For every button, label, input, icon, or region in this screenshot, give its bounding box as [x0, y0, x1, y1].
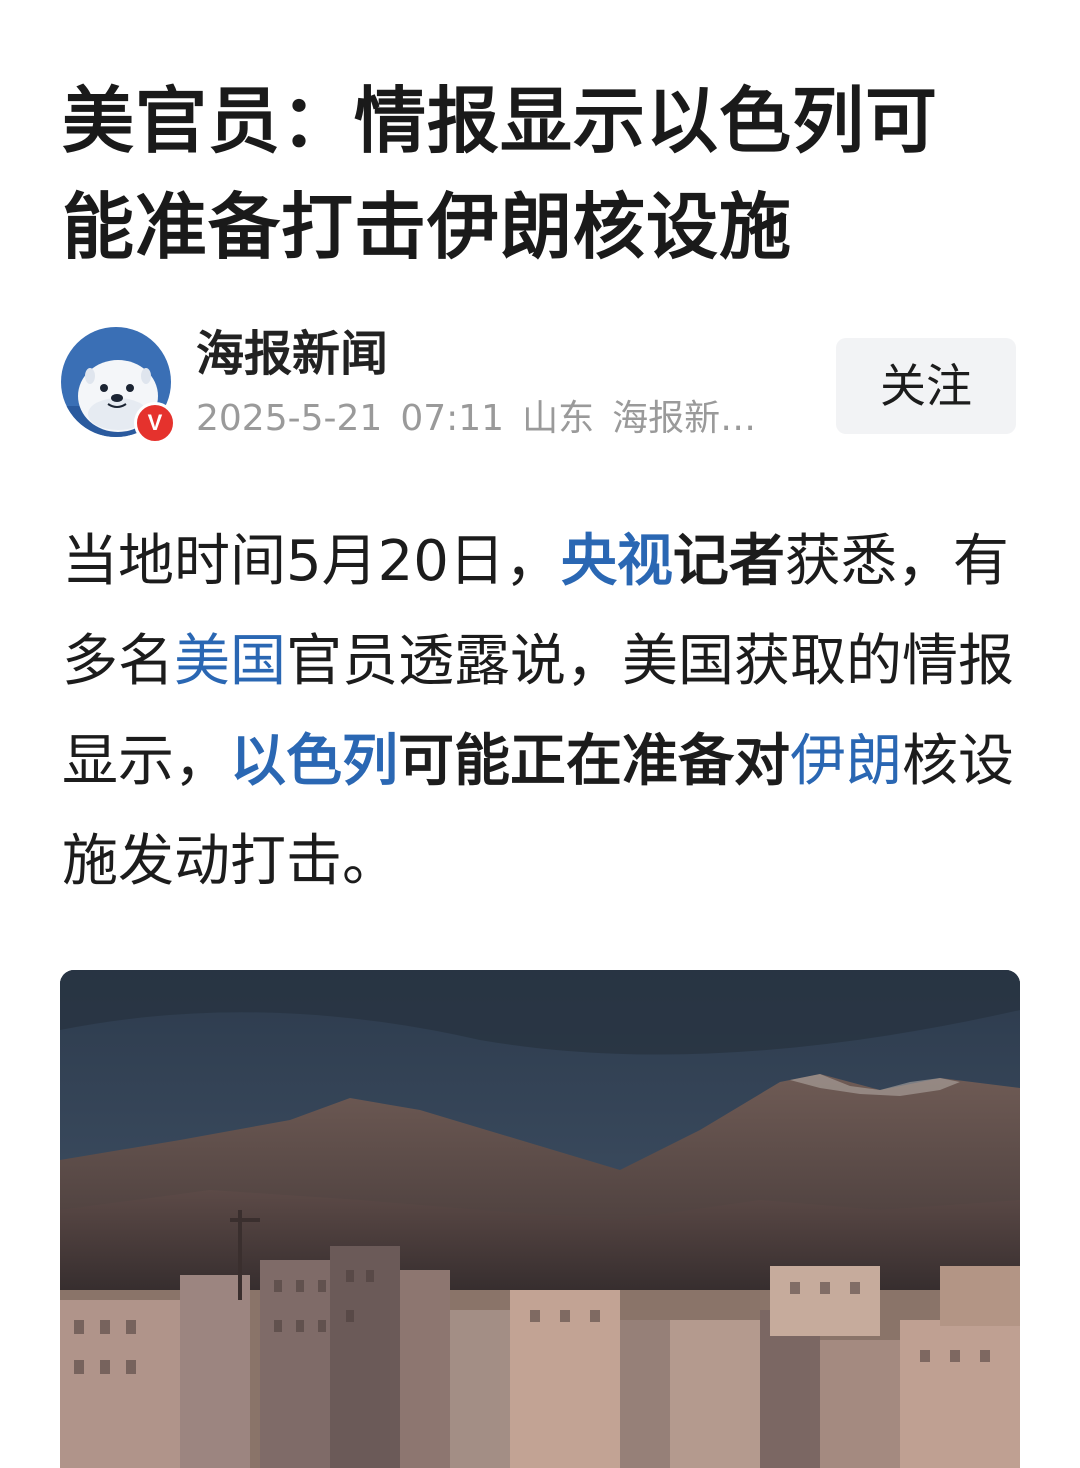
body-text-2: 记者	[672, 529, 785, 594]
follow-button[interactable]: 关注	[836, 338, 1016, 434]
article-body: 当地时间5月20日，央视记者获悉，有多名美国官员透露说，美国获取的情报显示，以色…	[62, 512, 1022, 912]
author-avatar[interactable]: V	[60, 326, 176, 444]
link-cctv[interactable]: 央视	[561, 529, 673, 594]
link-iran[interactable]: 伊朗	[790, 729, 902, 794]
link-israel[interactable]: 以色列	[230, 729, 398, 794]
publish-time: 07:11	[400, 398, 505, 439]
body-text-5: 可能正在准备对	[398, 729, 790, 794]
author-row: V 海报新闻 2025-5-21 07:11 山东 海报新… 关注	[60, 324, 1020, 444]
article-meta: 2025-5-21 07:11 山东 海报新…	[196, 396, 796, 442]
publish-source: 海报新…	[612, 398, 757, 439]
publish-date: 2025-5-21	[196, 398, 383, 439]
publish-location: 山东	[522, 398, 595, 439]
article-page: 美官员：情报显示以色列可能准备打击伊朗核设施 V 海报新闻 2025-5-21 …	[0, 0, 1080, 1468]
author-name[interactable]: 海报新闻	[196, 324, 388, 384]
article-title: 美官员：情报显示以色列可能准备打击伊朗核设施	[62, 79, 939, 269]
verified-v-icon: V	[134, 402, 176, 444]
tehran-cityscape-image	[60, 970, 1020, 1468]
link-us[interactable]: 美国	[174, 629, 286, 694]
body-text-1: 当地时间5月20日，	[62, 529, 561, 594]
article-image[interactable]	[60, 970, 1020, 1468]
